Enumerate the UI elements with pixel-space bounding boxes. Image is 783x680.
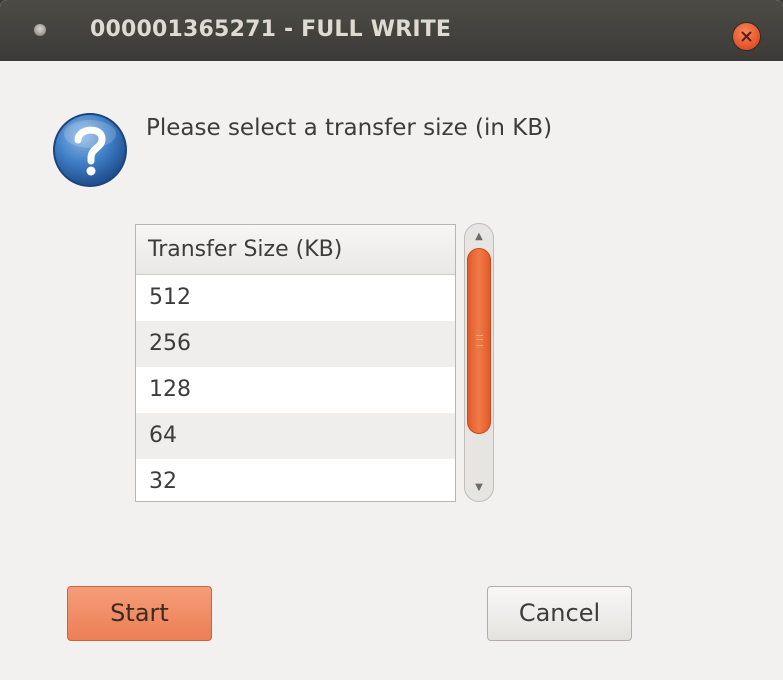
list-item[interactable]: 128 (136, 367, 455, 413)
close-button[interactable] (733, 23, 760, 50)
dialog-window: 000001365271 - FULL WRITE Please select … (0, 0, 783, 680)
transfer-size-list[interactable]: Transfer Size (KB) 512 256 128 64 32 (135, 224, 456, 502)
question-icon (53, 113, 127, 187)
column-header-transfer-size[interactable]: Transfer Size (KB) (136, 225, 455, 275)
title-bar[interactable]: 000001365271 - FULL WRITE (0, 0, 783, 61)
list-item[interactable]: 64 (136, 413, 455, 459)
scroll-down-arrow-icon[interactable]: ▼ (465, 477, 493, 499)
list-item[interactable]: 512 (136, 275, 455, 321)
list-item[interactable]: 256 (136, 321, 455, 367)
start-button[interactable]: Start (67, 586, 212, 641)
window-title: 000001365271 - FULL WRITE (90, 17, 452, 42)
cancel-button[interactable]: Cancel (487, 586, 632, 641)
close-icon (741, 31, 752, 42)
list-item[interactable]: 32 (136, 459, 455, 501)
grip-icon (476, 335, 483, 346)
scroll-thumb[interactable] (467, 248, 491, 434)
list-scrollbar[interactable]: ▲ ▼ (464, 223, 494, 502)
window-menu-icon[interactable] (34, 24, 46, 36)
prompt-text: Please select a transfer size (in KB) (146, 115, 553, 141)
scroll-up-arrow-icon[interactable]: ▲ (465, 226, 493, 248)
